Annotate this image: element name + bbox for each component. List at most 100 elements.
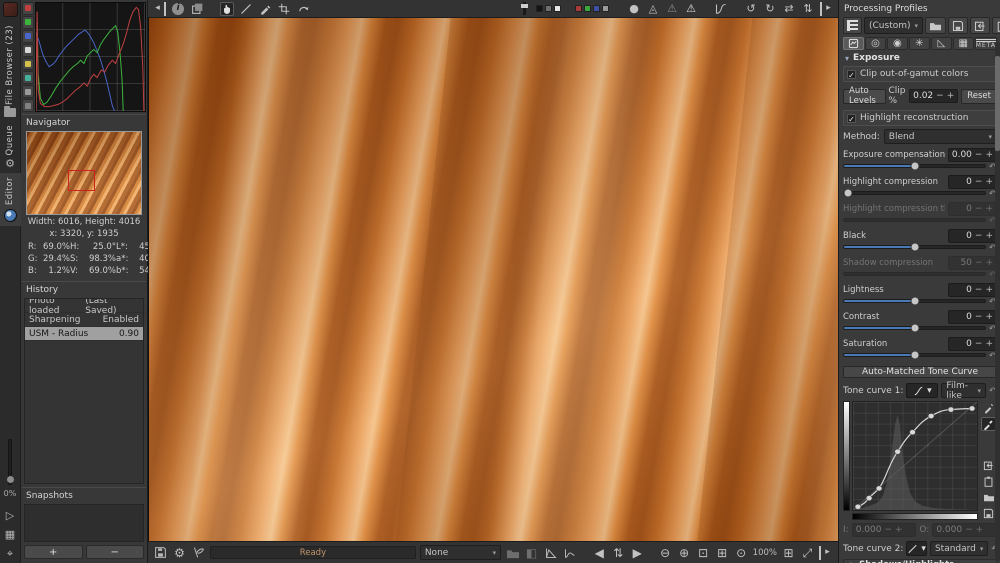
curve-load-icon[interactable] — [981, 490, 996, 504]
increment-icon[interactable]: + — [985, 177, 993, 187]
filmstrip-zoom-slider[interactable] — [8, 439, 12, 485]
slider-track[interactable] — [843, 164, 986, 168]
decrement-icon[interactable]: − — [975, 285, 983, 295]
curve-copy-icon[interactable] — [981, 458, 996, 472]
next-image-icon[interactable]: ▶ — [630, 547, 645, 559]
checkbox-checked-icon[interactable]: ✓ — [847, 114, 856, 123]
highlight-reconstruction-checkbox-row[interactable]: ✓ Highlight reconstruction — [843, 110, 997, 126]
straighten-tool-icon[interactable] — [239, 2, 253, 16]
tab-exposure[interactable] — [843, 37, 864, 50]
slider-track[interactable] — [843, 245, 986, 249]
hist-btn-luminance[interactable] — [22, 44, 34, 57]
toolbar-sq-bg-black[interactable] — [536, 5, 543, 12]
increment-icon[interactable]: + — [985, 150, 993, 160]
tab-raw[interactable]: ▦ — [953, 37, 974, 50]
hist-btn-background[interactable] — [22, 85, 34, 98]
zoom-fit-icon[interactable]: ⊡ — [696, 547, 711, 559]
toolbar-sq-chan-green[interactable] — [584, 5, 591, 12]
tab-color[interactable]: ◉ — [887, 37, 908, 50]
toolbar-sq-bg-white[interactable] — [554, 5, 561, 12]
hist-btn-chromaticity[interactable] — [22, 58, 34, 71]
hist-btn-bar-mode[interactable] — [22, 71, 34, 84]
dock-panels-icon[interactable]: ▸ — [819, 546, 833, 560]
zoom-out-icon[interactable]: ⊖ — [658, 547, 673, 559]
soft-proofing-icon[interactable]: ◬ — [646, 2, 660, 16]
add-snapshot-button[interactable]: + — [24, 545, 83, 559]
rotate-tool-icon[interactable] — [296, 2, 310, 16]
slider-track[interactable] — [843, 353, 986, 357]
hist-btn-green[interactable] — [22, 16, 34, 29]
spot-removal-tool-icon[interactable] — [258, 2, 272, 16]
collapse-left-panel-icon[interactable]: ◂ — [152, 2, 166, 16]
slider-track[interactable] — [843, 326, 986, 330]
decrement-icon[interactable]: − — [975, 150, 983, 160]
previous-image-icon[interactable]: ◀ — [592, 547, 607, 559]
fullscreen-icon[interactable]: ⤢ — [800, 547, 815, 559]
zoom-100-icon[interactable]: ⊙ — [734, 547, 749, 559]
zoom-fit-crop-icon[interactable]: ⊞ — [715, 547, 730, 559]
image-canvas[interactable] — [148, 18, 838, 541]
profile-select[interactable]: (Custom) ▾ — [864, 17, 923, 34]
toolbar-sq-chan-blue[interactable] — [593, 5, 600, 12]
exposure-expander[interactable]: ▾ Exposure — [843, 50, 997, 65]
monitor-profile-select[interactable]: None ▾ — [420, 545, 501, 560]
tab-transform[interactable]: ◺ — [931, 37, 952, 50]
tab-file-browser[interactable]: File Browser (23) — [0, 21, 21, 121]
edit-external-editor-icon[interactable] — [191, 546, 206, 559]
decrement-icon[interactable]: − — [975, 312, 983, 322]
tab-metadata[interactable]: META — [975, 37, 997, 50]
auto-matched-tone-curve-button[interactable]: Auto-Matched Tone Curve — [843, 366, 997, 378]
curve-edit-point-icon[interactable] — [981, 401, 996, 415]
curve-paste-icon[interactable] — [981, 474, 996, 488]
history-row-photo-loaded[interactable]: Photo loaded (Last Saved) — [25, 299, 143, 313]
before-after-toggle-icon[interactable] — [714, 2, 728, 16]
profile-fill-mode-button[interactable] — [843, 17, 862, 34]
increment-icon[interactable]: + — [985, 339, 993, 349]
collapse-right-panel-icon[interactable]: ▸ — [820, 2, 834, 16]
focus-mask-icon[interactable]: ● — [627, 2, 641, 16]
auto-levels-button[interactable]: Auto Levels — [843, 89, 886, 104]
tab-advanced[interactable]: ✳ — [909, 37, 930, 50]
image-info-icon[interactable]: i — [171, 2, 185, 16]
show-exif-panel-icon[interactable] — [190, 2, 204, 16]
paste-profile-button[interactable] — [992, 17, 1000, 34]
tab-detail[interactable]: ◎ — [865, 37, 886, 50]
decrement-icon[interactable]: − — [975, 339, 983, 349]
tab-editor[interactable]: Editor — [0, 173, 21, 225]
new-detail-window-icon[interactable]: ⊞ — [781, 547, 796, 559]
hist-btn-red[interactable] — [22, 2, 34, 15]
hist-btn-raw[interactable] — [22, 99, 34, 112]
filmstrip-toggle-icon[interactable]: ▦ — [5, 529, 15, 540]
increment-icon[interactable]: + — [985, 312, 993, 322]
slider-track[interactable] — [843, 299, 986, 303]
rotate-left-90-icon[interactable]: ↺ — [744, 2, 758, 16]
flip-horizontal-icon[interactable]: ⇄ — [782, 2, 796, 16]
slider-track[interactable] — [843, 191, 986, 195]
softproof-profile-icon[interactable] — [505, 547, 520, 559]
decrement-icon[interactable]: − — [975, 177, 983, 187]
increment-icon[interactable]: + — [985, 285, 993, 295]
increment-icon[interactable]: + — [985, 231, 993, 241]
tone-curve2-mode-select[interactable]: Standard ▾ — [930, 541, 988, 556]
navigator-lock-icon[interactable]: ⌖ — [7, 548, 13, 559]
before-after-view-icon[interactable]: ▷ — [6, 510, 14, 521]
tone-curve2-type-button[interactable]: ▾ — [906, 541, 927, 556]
reset-exposure-button[interactable]: Reset — [961, 89, 997, 104]
curve-pipette-icon[interactable] — [981, 417, 996, 431]
expander-shadows-highlights[interactable]: ○ Shadows/Highlights — [843, 559, 997, 563]
tone-curve1-mode-select[interactable]: Film-like ▾ — [941, 383, 986, 398]
save-profile-button[interactable] — [948, 17, 968, 34]
tone-curve-canvas[interactable] — [852, 401, 978, 511]
checkbox-checked-icon[interactable]: ✓ — [847, 70, 856, 79]
decrement-icon[interactable]: − — [936, 91, 944, 101]
gamut-check-icon[interactable] — [543, 547, 558, 559]
hand-tool-icon[interactable] — [220, 2, 234, 16]
navigator-thumbnail[interactable] — [26, 131, 142, 215]
tone-curve1-type-button[interactable]: ▾ — [906, 383, 938, 398]
add-to-queue-icon[interactable]: ⚙ — [172, 547, 187, 559]
decrement-icon[interactable]: − — [975, 231, 983, 241]
delete-snapshot-button[interactable]: − — [86, 545, 145, 559]
hist-btn-blue[interactable] — [22, 30, 34, 43]
highlight-clipping-icon[interactable]: ⚠ — [684, 2, 698, 16]
toolbar-sq-chan-gray[interactable] — [602, 5, 609, 12]
